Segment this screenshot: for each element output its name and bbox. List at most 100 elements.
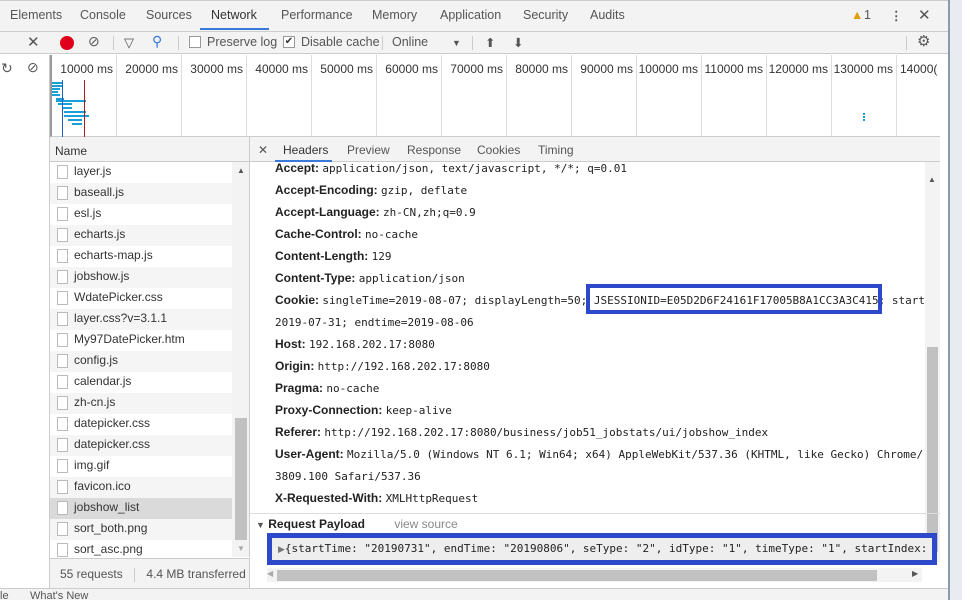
request-row[interactable]: layer.js: [50, 162, 232, 183]
close-icon[interactable]: ✕: [27, 33, 40, 51]
scroll-thumb[interactable]: [277, 570, 877, 581]
drawer-tab-console[interactable]: le: [0, 590, 9, 600]
header-key: Pragma:: [275, 381, 324, 395]
filter-icon[interactable]: ▽: [124, 35, 134, 51]
request-row[interactable]: echarts-map.js: [50, 246, 232, 267]
active-tab-indicator: [200, 28, 269, 30]
request-name: baseall.js: [74, 185, 125, 199]
close-devtools-icon[interactable]: ✕: [918, 6, 931, 24]
chevron-down-icon[interactable]: ▼: [452, 38, 461, 48]
request-detail-panel: ✕ Headers Preview Response Cookies Timin…: [250, 137, 940, 588]
request-row[interactable]: esl.js: [50, 204, 232, 225]
request-row[interactable]: WdatePicker.css: [50, 288, 232, 309]
search-icon[interactable]: ⚲: [152, 33, 162, 50]
waterfall-bar: [64, 111, 86, 113]
request-row[interactable]: datepicker.css: [50, 414, 232, 435]
request-name: calendar.js: [74, 374, 132, 388]
tab-headers[interactable]: Headers: [283, 143, 328, 157]
export-har-icon[interactable]: ⬇: [513, 35, 523, 50]
tick-label: 10000 ms: [60, 62, 113, 76]
file-icon: [57, 480, 68, 494]
tab-application[interactable]: Application: [440, 8, 501, 22]
header-value: Mozilla/5.0 (Windows NT 6.1; Win64; x64)…: [347, 448, 924, 461]
close-detail-icon[interactable]: ✕: [258, 143, 268, 157]
header-key: Accept-Language:: [275, 205, 380, 219]
import-har-icon[interactable]: ⬆: [485, 35, 495, 50]
request-payload-section: ▼ Request Payload view source: [250, 513, 940, 533]
tab-cookies[interactable]: Cookies: [477, 143, 520, 157]
request-row[interactable]: zh-cn.js: [50, 393, 232, 414]
request-name: echarts.js: [74, 227, 126, 241]
header-value: gzip, deflate: [381, 184, 468, 197]
horizontal-scrollbar[interactable]: ◀ ▶: [267, 568, 922, 582]
request-row[interactable]: My97DatePicker.htm: [50, 330, 232, 351]
drawer-tab-whats-new[interactable]: What's New: [30, 590, 88, 600]
request-row[interactable]: jobshow.js: [50, 267, 232, 288]
file-icon: [57, 354, 68, 368]
scroll-right-icon[interactable]: ▶: [912, 569, 918, 578]
tab-security[interactable]: Security: [523, 8, 568, 22]
warning-icon[interactable]: ▲: [851, 8, 863, 22]
header-key: X-Requested-With:: [275, 491, 383, 505]
tab-console[interactable]: Console: [80, 8, 126, 22]
request-row[interactable]: favicon.ico: [50, 477, 232, 498]
request-row[interactable]: jobshow_list: [50, 498, 232, 519]
tick-label: 90000 ms: [580, 62, 633, 76]
reload-icon[interactable]: ↻: [1, 60, 13, 77]
clear-icon[interactable]: ⊘: [88, 33, 100, 50]
request-list-scrollbar[interactable]: ▲ ▼: [232, 162, 250, 557]
waterfall-bar: [52, 85, 62, 87]
tab-response[interactable]: Response: [407, 143, 461, 157]
scroll-left-icon[interactable]: ◀: [267, 569, 273, 578]
preserve-log-checkbox[interactable]: [189, 36, 201, 48]
scroll-up-icon[interactable]: ▲: [928, 175, 936, 184]
disable-cache-checkbox[interactable]: ✔: [283, 36, 295, 48]
request-row[interactable]: echarts.js: [50, 225, 232, 246]
file-icon: [57, 207, 68, 221]
tab-sources[interactable]: Sources: [146, 8, 192, 22]
request-row[interactable]: layer.css?v=3.1.1: [50, 309, 232, 330]
header-value: 192.168.202.17:8080: [309, 338, 435, 351]
throttle-select[interactable]: Online: [392, 35, 428, 49]
timeline-tick: 100000 ms: [637, 55, 702, 136]
view-source-link[interactable]: view source: [394, 517, 457, 531]
tab-performance[interactable]: Performance: [281, 8, 353, 22]
payload-value[interactable]: {startTime: "20190731", endTime: "201908…: [285, 542, 927, 555]
tab-audits[interactable]: Audits: [590, 8, 625, 22]
expand-icon[interactable]: ▶: [278, 544, 285, 554]
detail-scrollbar[interactable]: ▲: [925, 162, 940, 562]
header-key: Referer:: [275, 425, 322, 439]
timeline-tick: 50000 ms: [312, 55, 377, 136]
request-row[interactable]: datepicker.css: [50, 435, 232, 456]
request-row[interactable]: baseall.js: [50, 183, 232, 204]
warning-count[interactable]: 1: [864, 8, 871, 22]
file-icon: [57, 417, 68, 431]
timeline-tick: 90000 ms: [572, 55, 637, 136]
tab-preview[interactable]: Preview: [347, 143, 390, 157]
clear-icon[interactable]: ⊘: [27, 59, 39, 76]
request-row[interactable]: calendar.js: [50, 372, 232, 393]
more-menu-icon[interactable]: ⋮: [890, 8, 903, 23]
tab-timing[interactable]: Timing: [538, 143, 574, 157]
request-row[interactable]: img.gif: [50, 456, 232, 477]
tab-network[interactable]: Network: [211, 8, 257, 22]
file-icon: [57, 375, 68, 389]
timeline-overview[interactable]: 10000 ms 20000 ms 30000 ms 40000 ms 50000 ms…: [50, 55, 940, 137]
request-row[interactable]: sort_both.png: [50, 519, 232, 540]
tab-memory[interactable]: Memory: [372, 8, 417, 22]
scroll-up-icon[interactable]: ▲: [237, 166, 245, 175]
collapse-icon[interactable]: ▼: [256, 520, 265, 530]
scroll-thumb[interactable]: [235, 418, 247, 540]
name-column-header[interactable]: Name: [50, 137, 250, 162]
header-value: http://192.168.202.17:8080: [317, 360, 490, 373]
gear-icon[interactable]: ⚙: [917, 32, 930, 50]
tab-elements[interactable]: Elements: [10, 8, 62, 22]
record-icon[interactable]: [60, 36, 74, 50]
request-list: layer.js baseall.js esl.js echarts.js echart…: [50, 162, 232, 561]
header-key: Content-Length:: [275, 249, 369, 263]
request-row[interactable]: config.js: [50, 351, 232, 372]
timeline-tick: 40000 ms: [247, 55, 312, 136]
header-value: zh-CN,zh;q=0.9: [383, 206, 476, 219]
payload-title[interactable]: Request Payload: [268, 517, 365, 531]
scroll-down-icon[interactable]: ▼: [237, 544, 245, 553]
